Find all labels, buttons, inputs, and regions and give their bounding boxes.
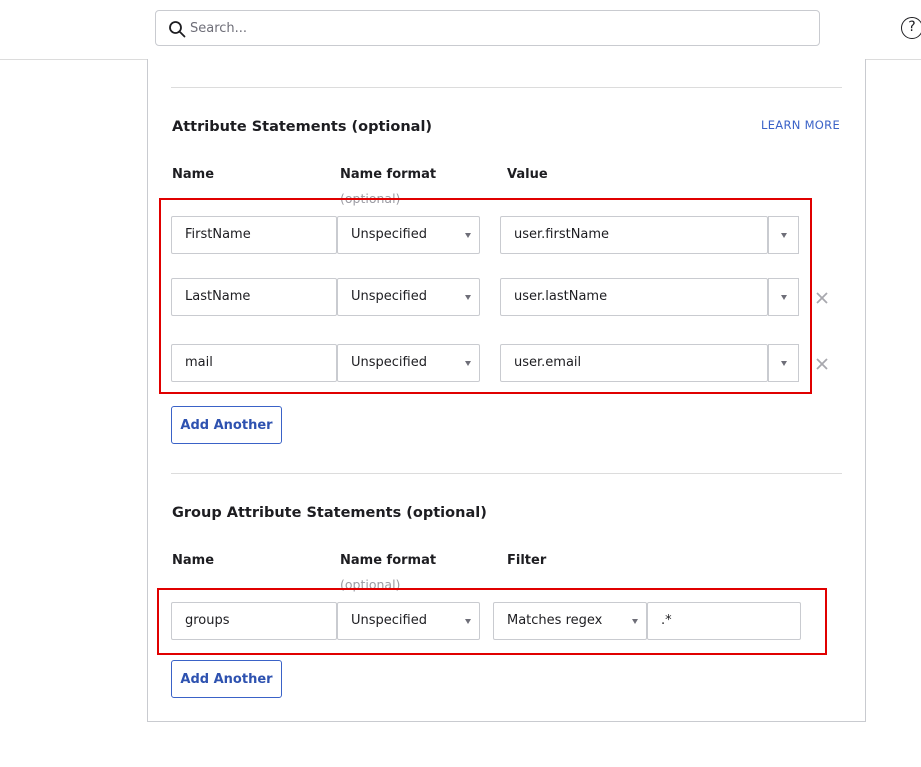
name-format-select[interactable]: Unspecified bbox=[337, 344, 480, 382]
column-header-value: Value bbox=[507, 167, 548, 182]
attribute-name-input[interactable]: mail bbox=[171, 344, 337, 382]
search-input[interactable] bbox=[190, 11, 790, 45]
value-dropdown-button[interactable] bbox=[768, 344, 799, 382]
attribute-value-input[interactable]: user.firstName bbox=[500, 216, 768, 254]
chevron-down-icon bbox=[465, 361, 471, 366]
help-icon[interactable]: ? bbox=[901, 17, 921, 39]
column-header-filter: Filter bbox=[507, 553, 547, 568]
column-header-name: Name bbox=[172, 553, 215, 568]
column-header-name-format: Name format bbox=[340, 553, 437, 568]
section-divider bbox=[171, 473, 842, 474]
close-icon[interactable] bbox=[815, 357, 829, 371]
attribute-statements-title: Attribute Statements (optional) bbox=[172, 119, 433, 135]
section-divider bbox=[171, 87, 842, 88]
attribute-name-input[interactable]: FirstName bbox=[171, 216, 337, 254]
attribute-value-input[interactable]: user.lastName bbox=[500, 278, 768, 316]
close-icon[interactable] bbox=[815, 291, 829, 305]
value-dropdown-button[interactable] bbox=[768, 278, 799, 316]
name-format-value: Unspecified bbox=[351, 289, 427, 304]
group-attribute-name-input[interactable]: groups bbox=[171, 602, 337, 640]
chevron-down-icon bbox=[465, 233, 471, 238]
column-header-optional: (optional) bbox=[340, 191, 401, 206]
group-attribute-statements-title: Group Attribute Statements (optional) bbox=[172, 505, 487, 521]
name-format-select[interactable]: Unspecified bbox=[337, 278, 480, 316]
chevron-down-icon bbox=[465, 295, 471, 300]
chevron-down-icon bbox=[781, 361, 787, 366]
attribute-name-input[interactable]: LastName bbox=[171, 278, 337, 316]
filter-type-value: Matches regex bbox=[507, 613, 603, 628]
group-name-format-select[interactable]: Unspecified bbox=[337, 602, 480, 640]
chevron-down-icon bbox=[465, 619, 471, 624]
name-format-value: Unspecified bbox=[351, 613, 427, 628]
name-format-select[interactable]: Unspecified bbox=[337, 216, 480, 254]
search-box[interactable] bbox=[155, 10, 820, 46]
chevron-down-icon bbox=[781, 233, 787, 238]
column-header-optional: (optional) bbox=[340, 577, 401, 592]
chevron-down-icon bbox=[632, 619, 638, 624]
name-format-value: Unspecified bbox=[351, 227, 427, 242]
filter-type-select[interactable]: Matches regex bbox=[493, 602, 647, 640]
filter-value-input[interactable]: .* bbox=[647, 602, 801, 640]
column-header-name: Name bbox=[172, 167, 215, 182]
add-another-attribute-button[interactable]: Add Another bbox=[171, 406, 282, 444]
attribute-value-input[interactable]: user.email bbox=[500, 344, 768, 382]
value-dropdown-button[interactable] bbox=[768, 216, 799, 254]
name-format-value: Unspecified bbox=[351, 355, 427, 370]
top-bar: ? bbox=[0, 0, 921, 60]
search-icon bbox=[169, 21, 186, 38]
chevron-down-icon bbox=[781, 295, 787, 300]
add-another-group-attribute-button[interactable]: Add Another bbox=[171, 660, 282, 698]
column-header-name-format: Name format bbox=[340, 167, 437, 182]
learn-more-link[interactable]: LEARN MORE bbox=[761, 118, 840, 132]
